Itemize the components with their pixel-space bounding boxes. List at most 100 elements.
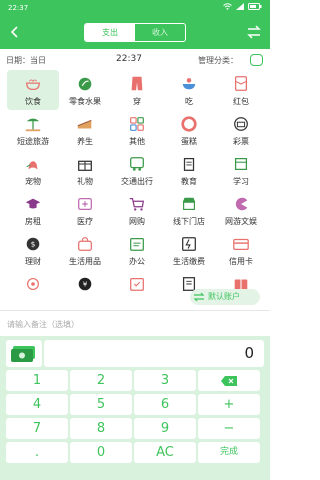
- category-item[interactable]: 信用卡: [215, 230, 267, 270]
- key-backspace[interactable]: [198, 370, 260, 391]
- category-item[interactable]: 穿: [111, 70, 163, 110]
- swap-icon[interactable]: [246, 24, 262, 40]
- key-5[interactable]: 5: [70, 394, 132, 415]
- category-item[interactable]: ¥: [59, 270, 111, 310]
- category-item[interactable]: 饮食: [7, 70, 59, 110]
- keypad: 0 1 2 3 4 5 6 + 7 8 9 − . 0 AC 完成: [0, 336, 270, 480]
- category-label: 学习: [233, 177, 249, 186]
- category-label: 房租: [25, 217, 41, 226]
- svg-text:¥: ¥: [83, 280, 88, 289]
- finance-icon: $: [26, 237, 40, 251]
- category-item[interactable]: 其他: [111, 110, 163, 150]
- category-label: 穿: [133, 97, 141, 106]
- store-icon: [182, 197, 196, 210]
- category-item[interactable]: 学习: [215, 150, 267, 190]
- wallet-button[interactable]: [6, 340, 42, 367]
- info-row: 日期：当日 22:37 管理分类：: [0, 51, 270, 69]
- key-4[interactable]: 4: [6, 394, 68, 415]
- category-label: 办公: [129, 257, 145, 266]
- top-bar: 支出 收入: [0, 16, 270, 49]
- category-item[interactable]: 办公: [111, 230, 163, 270]
- key-plus[interactable]: +: [198, 394, 260, 415]
- lifebuoy-icon: [181, 116, 197, 132]
- category-item[interactable]: 网购: [111, 190, 163, 230]
- category-label: 彩票: [233, 137, 249, 146]
- category-item[interactable]: 线下门店: [163, 190, 215, 230]
- cap-icon: [25, 198, 41, 209]
- category-label: 网游文娱: [225, 217, 257, 226]
- fruit-icon: [78, 77, 92, 91]
- category-item[interactable]: 养生: [59, 110, 111, 150]
- category-item[interactable]: 生活缴费: [163, 230, 215, 270]
- category-label: 宠物: [25, 177, 41, 186]
- category-label: 交通出行: [121, 177, 153, 186]
- category-item[interactable]: 礼物: [59, 150, 111, 190]
- key-6[interactable]: 6: [134, 394, 196, 415]
- category-item[interactable]: 短途旅游: [7, 110, 59, 150]
- key-done[interactable]: 完成: [198, 442, 260, 463]
- default-account-button[interactable]: 默认账户: [190, 289, 260, 305]
- calendar-icon: [130, 277, 144, 291]
- key-0[interactable]: 0: [70, 442, 132, 463]
- status-bar: 22:37: [0, 0, 270, 16]
- category-label: 短途旅游: [17, 137, 49, 146]
- category-item[interactable]: 彩票: [215, 110, 267, 150]
- key-ac[interactable]: AC: [134, 442, 196, 463]
- key-8[interactable]: 8: [70, 418, 132, 439]
- key-7[interactable]: 7: [6, 418, 68, 439]
- key-9[interactable]: 9: [134, 418, 196, 439]
- wifi-icon: [223, 3, 232, 10]
- key-2[interactable]: 2: [70, 370, 132, 391]
- category-label: 教育: [181, 177, 197, 186]
- manage-categories-icon[interactable]: [250, 54, 263, 66]
- status-icons: [223, 3, 262, 10]
- category-item[interactable]: 医疗: [59, 190, 111, 230]
- status-time: 22:37: [8, 4, 29, 12]
- book-icon: [234, 157, 248, 171]
- tab-expense[interactable]: 支出: [85, 24, 135, 41]
- category-item[interactable]: [7, 270, 59, 310]
- category-item[interactable]: [111, 270, 163, 310]
- pants-icon: [131, 76, 143, 91]
- category-label: 吃: [185, 97, 193, 106]
- key-1[interactable]: 1: [6, 370, 68, 391]
- category-label: 红包: [233, 97, 249, 106]
- account-switch-icon: [193, 292, 205, 302]
- battery-icon: [248, 3, 262, 10]
- gift-icon: [78, 160, 92, 171]
- backspace-icon: [221, 375, 237, 386]
- cart-icon: [129, 197, 145, 211]
- category-item[interactable]: 生活用品: [59, 230, 111, 270]
- svg-text:$: $: [31, 240, 36, 249]
- category-item[interactable]: 宠物: [7, 150, 59, 190]
- bowl-icon: [26, 79, 40, 91]
- category-item[interactable]: 红包: [215, 70, 267, 110]
- category-item[interactable]: 蛋糕: [163, 110, 215, 150]
- key-dot[interactable]: .: [6, 442, 68, 463]
- signal-icon: [236, 3, 244, 10]
- date-selector[interactable]: 日期：当日: [6, 55, 46, 66]
- back-button[interactable]: [6, 23, 24, 41]
- car-icon: [130, 157, 144, 171]
- key-3[interactable]: 3: [134, 370, 196, 391]
- category-item[interactable]: 房租: [7, 190, 59, 230]
- category-label: 零食水果: [69, 97, 101, 106]
- category-item[interactable]: 吃: [163, 70, 215, 110]
- amount-display: 0: [44, 340, 264, 367]
- category-label: 养生: [77, 137, 93, 146]
- chevron-left-icon: [10, 26, 18, 38]
- manage-categories-label[interactable]: 管理分类：: [198, 55, 238, 66]
- category-item[interactable]: 教育: [163, 150, 215, 190]
- tab-income[interactable]: 收入: [135, 24, 185, 41]
- medical-icon: [78, 197, 92, 211]
- category-label: 生活缴费: [173, 257, 205, 266]
- category-label: 线下门店: [173, 217, 205, 226]
- category-item[interactable]: 网游文娱: [215, 190, 267, 230]
- category-item[interactable]: 零食水果: [59, 70, 111, 110]
- time-display[interactable]: 22:37: [116, 54, 142, 64]
- category-item[interactable]: $ 理财: [7, 230, 59, 270]
- key-minus[interactable]: −: [198, 418, 260, 439]
- category-item[interactable]: 交通出行: [111, 150, 163, 190]
- category-label: 网购: [129, 217, 145, 226]
- category-label: 信用卡: [229, 257, 253, 266]
